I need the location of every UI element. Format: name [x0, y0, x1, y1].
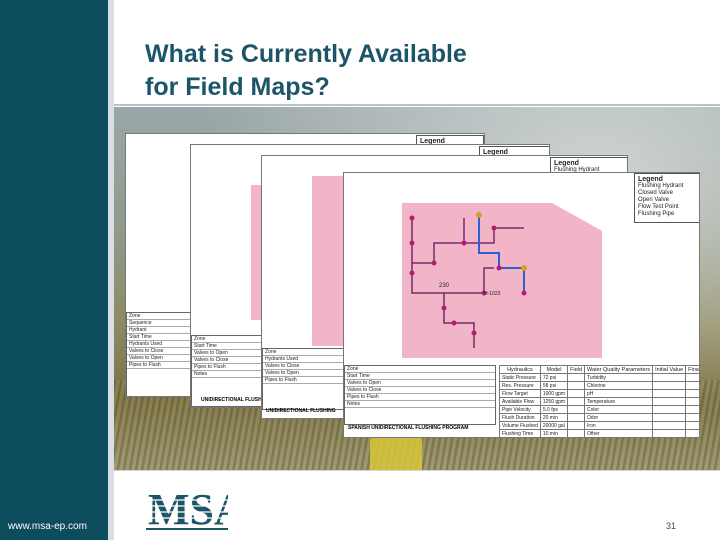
- valve-marker: [451, 320, 457, 326]
- table-cell: [652, 413, 687, 422]
- map-info-panel: Zone Sequence Hydrant Start Time Hydrant…: [126, 312, 192, 396]
- valve-marker: [461, 240, 467, 246]
- table-row: Static Pressure 72 psi Turbidity: [499, 373, 699, 382]
- title-line-2: for Field Maps?: [145, 73, 330, 101]
- hydrant-marker: [476, 212, 482, 218]
- table-cell: [685, 405, 699, 414]
- pressure-zone-label: 230: [439, 283, 450, 289]
- table-cell: [567, 389, 586, 398]
- table-cell: [567, 405, 586, 414]
- table-cell: [685, 389, 699, 398]
- legend-item: Open Valve: [638, 197, 669, 203]
- table-cell: 20 min: [539, 413, 569, 422]
- valve-marker: [521, 290, 527, 296]
- table-row: Res. Pressure 58 psi Chlorine: [499, 381, 699, 390]
- flushing-pipe-line: [478, 213, 525, 293]
- table-cell: pH: [584, 389, 654, 398]
- hydrant-marker: [521, 265, 527, 271]
- table-cell: 1000 gpm: [539, 389, 569, 398]
- valve-marker: [491, 225, 497, 231]
- table-cell: [685, 429, 699, 437]
- sheet-footer-title: UNIDIRECTIONAL FLUSHING: [266, 408, 336, 414]
- title-line-1: What is Currently Available: [145, 40, 467, 68]
- sidebar-band: [0, 0, 108, 540]
- table-cell: 20000 gal: [539, 421, 569, 430]
- table-row: Volume Flushed 20000 gal Iron: [499, 421, 699, 430]
- legend-item: Flow Test Point: [638, 204, 679, 210]
- table-cell: [685, 421, 699, 430]
- valve-marker: [409, 270, 415, 276]
- table-cell: Iron: [584, 421, 654, 430]
- table-cell: [652, 381, 687, 390]
- table-header-row: Hydraulics Model Field Water Quality Par…: [499, 365, 699, 374]
- title-divider: [114, 104, 720, 106]
- table-cell: [567, 421, 586, 430]
- table-row: Pipe Velocity 5.0 fps Color: [499, 405, 699, 414]
- table-cell: [685, 381, 699, 390]
- table-cell: Flush Duration: [499, 413, 541, 422]
- table-cell: [567, 429, 586, 437]
- table-cell: Available Flow: [499, 397, 541, 406]
- table-cell: [652, 405, 687, 414]
- table-cell: Chlorine: [584, 381, 654, 390]
- table-row: Available Flow 1250 gpm Temperature: [499, 397, 699, 406]
- table-cell: [685, 413, 699, 422]
- table-cell: [567, 381, 586, 390]
- table-cell: 72 psi: [539, 373, 569, 382]
- valve-marker: [496, 265, 502, 271]
- footer-url: www.msa-ep.com: [8, 521, 87, 532]
- table-cell: Res. Pressure: [499, 381, 541, 390]
- page-number: 31: [666, 521, 677, 531]
- table-row: Flow Target 1000 gpm pH: [499, 389, 699, 398]
- table-cell: Static Pressure: [499, 373, 541, 382]
- table-cell: [685, 373, 699, 382]
- map-info-panel: Zone Hydrants Used Valves to Close Valve…: [262, 348, 346, 410]
- table-cell: Flow Target: [499, 389, 541, 398]
- table-row: Flush Duration 20 min Odor: [499, 413, 699, 422]
- field-map-sheet-front: 230 H-1023 Legend Flushing Hydrant Close…: [343, 172, 700, 438]
- svg-text:MSA: MSA: [148, 485, 228, 532]
- table-cell: [567, 413, 586, 422]
- table-cell: [567, 373, 586, 382]
- table-cell: Color: [584, 405, 654, 414]
- valve-marker: [409, 215, 415, 221]
- table-cell: Volume Flushed: [499, 421, 541, 430]
- table-cell: Turbidity: [584, 373, 654, 382]
- table-cell: 58 psi: [539, 381, 569, 390]
- hydrant-id-label: H-1023: [484, 291, 501, 297]
- hydrant-markers: [476, 212, 527, 271]
- table-cell: [652, 373, 687, 382]
- table-cell: 10 min: [539, 429, 569, 437]
- hydraulics-table: Hydraulics Model Field Water Quality Par…: [499, 365, 699, 437]
- table-cell: [652, 429, 687, 437]
- table-cell: Other: [584, 429, 654, 437]
- table-cell: 1250 gpm: [539, 397, 569, 406]
- valve-markers: [409, 215, 527, 336]
- table-cell: Odor: [584, 413, 654, 422]
- legend-item: Closed Valve: [638, 190, 673, 196]
- table-row: Flushing Time 10 min Other: [499, 429, 699, 437]
- map-legend: Legend Flushing Hydrant Closed Valve Ope…: [634, 173, 699, 223]
- map-info-panel: Zone Start Time Valves to Open Valves to…: [344, 365, 496, 425]
- table-cell: [652, 397, 687, 406]
- table-cell: [652, 421, 687, 430]
- valve-marker: [431, 260, 437, 266]
- legend-item: Flushing Pipe: [638, 211, 675, 217]
- valve-marker: [471, 330, 477, 336]
- table-cell: [567, 397, 586, 406]
- hydrant-photo-shape: [370, 435, 422, 470]
- slide-title: What is Currently Available for Field Ma…: [145, 38, 665, 104]
- valve-marker: [441, 305, 447, 311]
- valve-marker: [409, 240, 415, 246]
- legend-item: Flushing Hydrant: [638, 183, 684, 189]
- table-cell: Pipe Velocity: [499, 405, 541, 414]
- table-cell: 5.0 fps: [539, 405, 569, 414]
- table-cell: [652, 389, 687, 398]
- sheet-footer-title: SPANISH UNIDIRECTIONAL FLUSHING PROGRAM: [348, 425, 469, 431]
- table-cell: [685, 397, 699, 406]
- pipe-network: [411, 218, 524, 348]
- table-cell: Flushing Time: [499, 429, 541, 437]
- msa-logo: MSA: [146, 485, 228, 532]
- table-cell: Temperature: [584, 397, 654, 406]
